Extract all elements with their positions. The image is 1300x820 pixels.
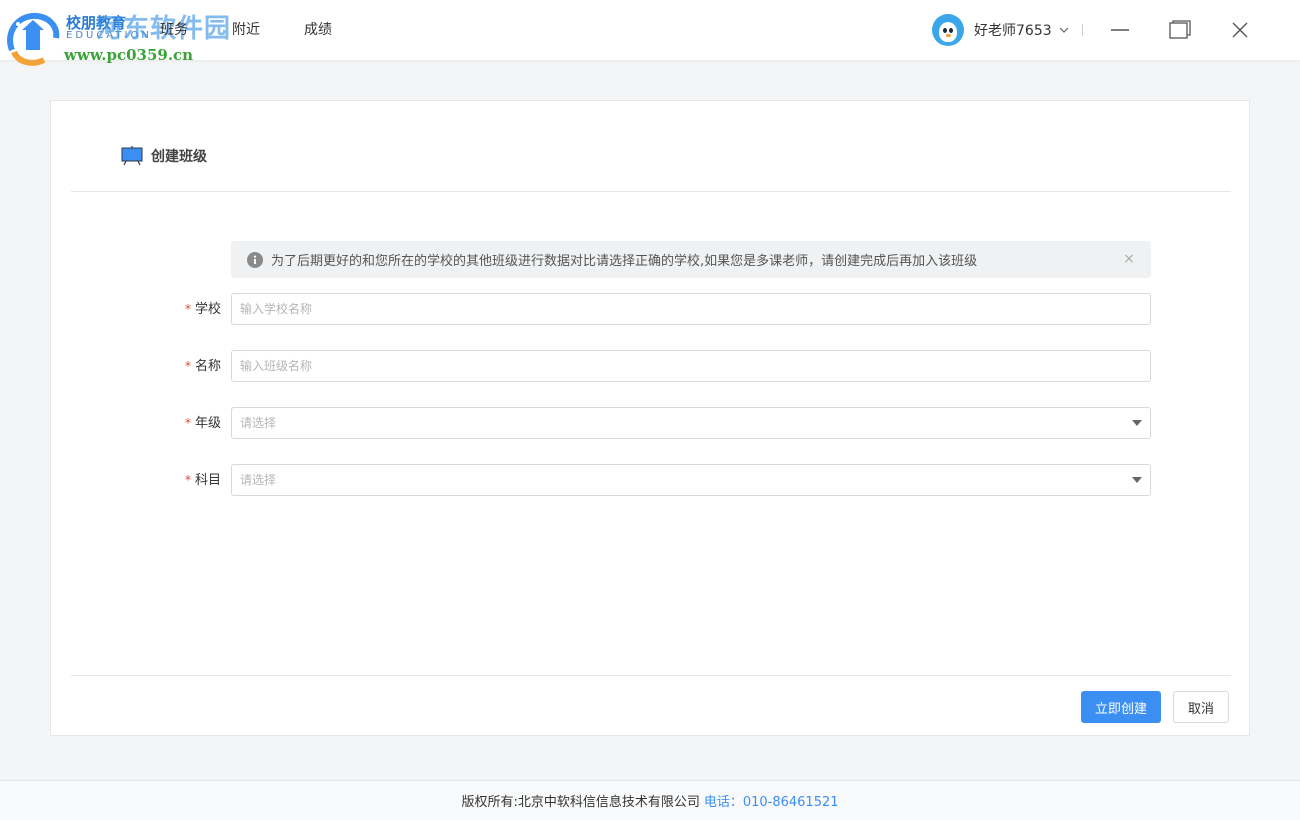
- nav-item-scores[interactable]: 成绩: [304, 0, 332, 60]
- name-label: * 名称: [184, 359, 221, 374]
- class-name-input[interactable]: [231, 350, 1151, 382]
- close-button[interactable]: [1225, 15, 1255, 45]
- required-mark: *: [184, 359, 191, 373]
- form-row-school: * 学校: [151, 293, 1151, 325]
- form-row-grade: * 年级 请选择: [151, 407, 1151, 439]
- divider: [1081, 24, 1083, 36]
- grade-select-value: 请选择: [240, 416, 277, 430]
- minimize-icon: [1111, 29, 1129, 31]
- logo-mark-icon: [7, 12, 60, 66]
- grade-select[interactable]: 请选择: [231, 407, 1151, 439]
- footer-divider: [71, 675, 1231, 676]
- subject-select-value: 请选择: [240, 473, 277, 487]
- main-nav: 班务 附近 成绩: [160, 0, 376, 60]
- close-icon: [1232, 22, 1248, 38]
- school-label: * 学校: [184, 302, 221, 317]
- grade-label: * 年级: [184, 416, 221, 431]
- create-class-card: 创建班级 为了后期更好的和您所在的学校的其他班级进行数据对比请选择正确的学校,如…: [50, 100, 1250, 736]
- page-title: 创建班级: [151, 149, 207, 165]
- required-mark: *: [184, 416, 191, 430]
- caret-down-icon: [1132, 477, 1142, 483]
- footer-phone: 电话：010-86461521: [703, 795, 839, 810]
- user-name: 好老师7653: [974, 23, 1052, 39]
- minimize-button[interactable]: [1105, 15, 1135, 45]
- top-bar: 校朋教育 EDUCATION 河东软件园 www.pc0359.cn 班务 附近…: [0, 0, 1300, 66]
- required-mark: *: [184, 302, 191, 316]
- subject-select[interactable]: 请选择: [231, 464, 1151, 496]
- subject-label: * 科目: [184, 473, 221, 488]
- avatar: [932, 14, 964, 46]
- nav-item-class-affairs[interactable]: 班务: [160, 0, 188, 60]
- nav-item-nearby[interactable]: 附近: [232, 0, 260, 60]
- user-menu[interactable]: 好老师7653: [932, 14, 1083, 46]
- maximize-button[interactable]: [1165, 15, 1195, 45]
- form-row-name: * 名称: [151, 350, 1151, 382]
- cancel-button[interactable]: 取消: [1173, 691, 1229, 723]
- notice-close-button[interactable]: ×: [1121, 251, 1137, 267]
- header-divider: [71, 191, 1231, 192]
- maximize-icon: [1169, 20, 1191, 39]
- classroom-board-icon: [121, 146, 143, 166]
- info-notice: 为了后期更好的和您所在的学校的其他班级进行数据对比请选择正确的学校,如果您是多课…: [231, 241, 1151, 278]
- chevron-down-icon: [1059, 27, 1069, 33]
- school-input[interactable]: [231, 293, 1151, 325]
- footer-copyright: 版权所有:北京中软科信信息技术有限公司: [461, 795, 700, 810]
- notice-text: 为了后期更好的和您所在的学校的其他班级进行数据对比请选择正确的学校,如果您是多课…: [271, 254, 978, 269]
- required-mark: *: [184, 473, 191, 487]
- create-button[interactable]: 立即创建: [1081, 691, 1161, 723]
- info-icon: [247, 251, 263, 268]
- card-header: 创建班级: [121, 145, 207, 167]
- form-row-subject: * 科目 请选择: [151, 464, 1151, 496]
- page-footer: 版权所有:北京中软科信信息技术有限公司 电话：010-86461521: [0, 780, 1300, 820]
- caret-down-icon: [1132, 420, 1142, 426]
